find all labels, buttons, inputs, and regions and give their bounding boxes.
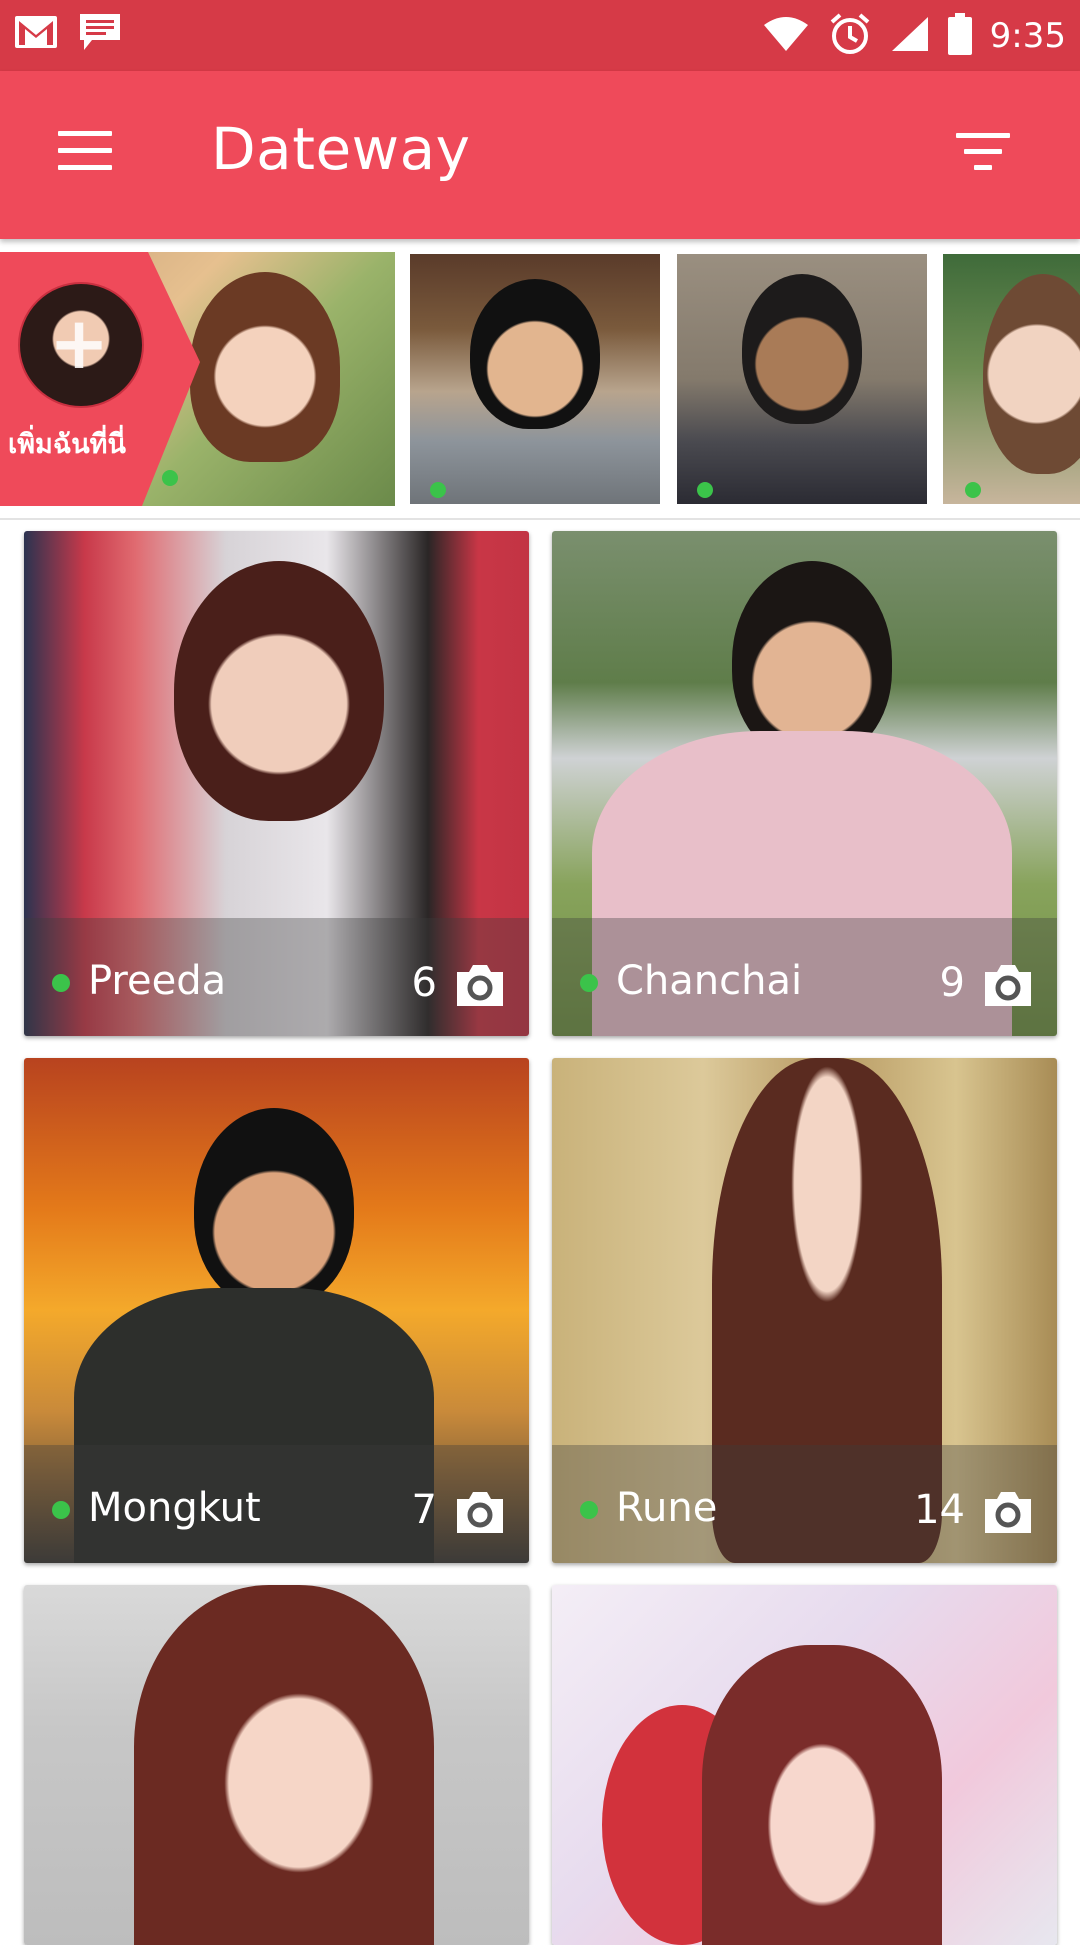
face (174, 561, 384, 821)
profile-card[interactable]: Rune 14 (552, 1058, 1057, 1563)
chat-icon (78, 12, 122, 56)
camera-icon (457, 1492, 503, 1533)
story-item[interactable] (943, 254, 1080, 504)
online-indicator (52, 1501, 70, 1519)
online-indicator (52, 974, 70, 992)
signal-icon (890, 15, 930, 57)
camera-icon (457, 965, 503, 1006)
status-bar: 9:35 (0, 0, 1080, 71)
profile-name: Chanchai (616, 958, 803, 1004)
story-strip[interactable]: + เพิ่มฉันที่นี่ (0, 252, 1080, 506)
alarm-icon (828, 12, 872, 60)
photo-count: 14 (914, 1487, 965, 1533)
online-indicator (430, 482, 446, 498)
profile-card[interactable]: Mongkut 7 (24, 1058, 529, 1563)
photo-count: 7 (411, 1487, 437, 1533)
filter-icon[interactable] (956, 133, 1010, 173)
face (194, 1108, 354, 1308)
story-photo (190, 272, 340, 462)
face (742, 274, 862, 424)
profile-name: Preeda (88, 958, 227, 1004)
card-caption: Rune 14 (552, 1445, 1057, 1563)
divider (0, 518, 1080, 520)
face (134, 1585, 434, 1945)
profile-card[interactable] (24, 1585, 529, 1945)
online-indicator (965, 482, 981, 498)
story-item[interactable] (677, 254, 927, 504)
face (470, 279, 600, 429)
profile-card[interactable]: Preeda 6 (24, 531, 529, 1036)
add-me-here-card[interactable]: + เพิ่มฉันที่นี่ (0, 252, 395, 506)
face (702, 1645, 942, 1945)
battery-icon (947, 13, 972, 59)
wifi-icon (762, 15, 810, 57)
app-bar: Dateway (0, 71, 1080, 239)
app-title: Dateway (211, 115, 471, 183)
profile-name: Rune (616, 1485, 718, 1531)
profile-card[interactable]: Chanchai 9 (552, 531, 1057, 1036)
camera-icon (985, 1492, 1031, 1533)
add-me-label: เพิ่มฉันที่นี่ (8, 429, 126, 460)
profile-card[interactable] (552, 1585, 1057, 1945)
story-item[interactable] (410, 254, 660, 504)
online-indicator (162, 470, 178, 486)
card-caption: Mongkut 7 (24, 1445, 529, 1563)
card-caption: Chanchai 9 (552, 918, 1057, 1036)
photo-count: 9 (939, 960, 965, 1006)
online-indicator (580, 1501, 598, 1519)
clock: 9:35 (989, 16, 1066, 56)
hamburger-menu-icon[interactable] (58, 131, 112, 175)
profile-name: Mongkut (88, 1485, 261, 1531)
card-caption: Preeda 6 (24, 918, 529, 1036)
online-indicator (580, 974, 598, 992)
photo-count: 6 (411, 960, 437, 1006)
gmail-icon (14, 15, 58, 53)
plus-icon: + (48, 301, 110, 385)
online-indicator (697, 482, 713, 498)
camera-icon (985, 965, 1031, 1006)
